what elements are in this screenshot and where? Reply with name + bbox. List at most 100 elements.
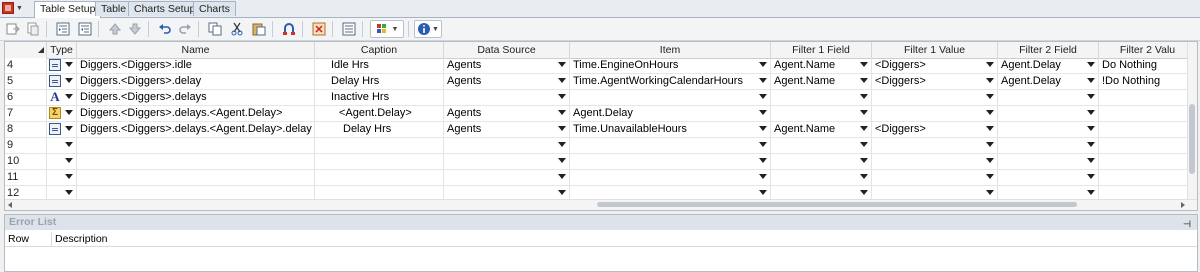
- data-source-cell[interactable]: Agents: [444, 122, 570, 137]
- filter1-value-cell[interactable]: [872, 170, 998, 185]
- chevron-down-icon[interactable]: [65, 110, 73, 115]
- chevron-down-icon[interactable]: [759, 94, 767, 99]
- filter1-field-cell[interactable]: [771, 106, 872, 121]
- data-source-cell[interactable]: Agents: [444, 58, 570, 73]
- type-cell[interactable]: [47, 74, 77, 89]
- type-cell[interactable]: [47, 122, 77, 137]
- table-row[interactable]: 4 Diggers.<Diggers>.idle Idle Hrs Agents Tim…: [5, 58, 1197, 74]
- item-cell[interactable]: [570, 90, 771, 105]
- caption-cell[interactable]: <Agent.Delay>: [315, 106, 444, 121]
- chevron-down-icon[interactable]: [65, 62, 73, 67]
- chevron-down-icon[interactable]: [558, 94, 566, 99]
- filter2-field-cell[interactable]: [998, 106, 1099, 121]
- item-cell[interactable]: Time.AgentWorkingCalendarHours: [570, 74, 771, 89]
- item-cell[interactable]: [570, 170, 771, 185]
- filter1-value-cell[interactable]: <Diggers>: [872, 74, 998, 89]
- filter1-field-cell[interactable]: [771, 138, 872, 153]
- col-header-caption[interactable]: Caption: [315, 42, 444, 58]
- chevron-down-icon[interactable]: [65, 78, 73, 83]
- outdent-button[interactable]: [76, 20, 94, 38]
- chevron-down-icon[interactable]: [986, 94, 994, 99]
- caption-cell[interactable]: Delay Hrs: [315, 122, 444, 137]
- filter2-value-cell[interactable]: Do Nothing: [1099, 58, 1197, 73]
- chevron-down-icon[interactable]: [1087, 78, 1095, 83]
- paste-button[interactable]: [250, 20, 268, 38]
- caption-cell[interactable]: Delay Hrs: [315, 74, 444, 89]
- name-cell[interactable]: [77, 154, 315, 169]
- name-cell[interactable]: Diggers.<Diggers>.delays: [77, 90, 315, 105]
- chevron-down-icon[interactable]: [759, 190, 767, 195]
- chevron-down-icon[interactable]: [1087, 174, 1095, 179]
- table-row[interactable]: 9: [5, 138, 1197, 154]
- chevron-down-icon[interactable]: [65, 126, 73, 131]
- chevron-down-icon[interactable]: [986, 174, 994, 179]
- chevron-down-icon[interactable]: [558, 158, 566, 163]
- corner-header[interactable]: [5, 42, 47, 58]
- redo-button[interactable]: [176, 20, 194, 38]
- chevron-down-icon[interactable]: [1087, 110, 1095, 115]
- app-menu-button[interactable]: ▼: [2, 1, 30, 15]
- chevron-down-icon[interactable]: [986, 110, 994, 115]
- table-row[interactable]: 5 Diggers.<Diggers>.delay Delay Hrs Agents T…: [5, 74, 1197, 90]
- chevron-down-icon[interactable]: [860, 158, 868, 163]
- col-header-filter2-value[interactable]: Filter 2 Valu: [1099, 42, 1197, 58]
- tab-table[interactable]: Table: [95, 1, 133, 16]
- scroll-right-icon[interactable]: [1181, 202, 1185, 208]
- chevron-down-icon[interactable]: [759, 78, 767, 83]
- chevron-down-icon[interactable]: [558, 78, 566, 83]
- caption-cell[interactable]: [315, 154, 444, 169]
- chevron-down-icon[interactable]: [860, 142, 868, 147]
- chevron-down-icon[interactable]: [860, 62, 868, 67]
- chevron-down-icon[interactable]: [759, 142, 767, 147]
- tab-table-setup[interactable]: Table Setup: [34, 1, 102, 18]
- table-row[interactable]: 10: [5, 154, 1197, 170]
- tab-charts[interactable]: Charts: [193, 1, 236, 16]
- error-col-description[interactable]: Description: [52, 232, 1197, 246]
- tab-charts-setup[interactable]: Charts Setup: [128, 1, 202, 16]
- chevron-down-icon[interactable]: [860, 94, 868, 99]
- cut-button[interactable]: [228, 20, 246, 38]
- filter2-field-cell[interactable]: [998, 122, 1099, 137]
- indent-button[interactable]: [54, 20, 72, 38]
- filter1-value-cell[interactable]: <Diggers>: [872, 58, 998, 73]
- caption-cell[interactable]: Idle Hrs: [315, 58, 444, 73]
- error-col-row[interactable]: Row: [5, 232, 52, 246]
- chevron-down-icon[interactable]: [986, 62, 994, 67]
- vertical-scrollbar[interactable]: [1187, 42, 1197, 199]
- filter1-field-cell[interactable]: [771, 154, 872, 169]
- caption-cell[interactable]: [315, 170, 444, 185]
- chevron-down-icon[interactable]: [558, 126, 566, 131]
- chevron-down-icon[interactable]: [759, 174, 767, 179]
- chevron-down-icon[interactable]: [558, 190, 566, 195]
- chevron-down-icon[interactable]: [860, 110, 868, 115]
- filter2-value-cell[interactable]: [1099, 170, 1197, 185]
- col-header-filter1-field[interactable]: Filter 1 Field: [771, 42, 872, 58]
- horizontal-scrollbar[interactable]: [5, 199, 1197, 210]
- data-source-cell[interactable]: [444, 138, 570, 153]
- filter1-value-cell[interactable]: [872, 90, 998, 105]
- filter2-value-cell[interactable]: [1099, 154, 1197, 169]
- type-cell[interactable]: [47, 58, 77, 73]
- filter2-value-cell[interactable]: [1099, 122, 1197, 137]
- chevron-down-icon[interactable]: [65, 142, 73, 147]
- chevron-down-icon[interactable]: [558, 110, 566, 115]
- caption-cell[interactable]: Inactive Hrs: [315, 90, 444, 105]
- chevron-down-icon[interactable]: [65, 174, 73, 179]
- chevron-down-icon[interactable]: [65, 94, 73, 99]
- data-source-cell[interactable]: Agents: [444, 74, 570, 89]
- chevron-down-icon[interactable]: [1087, 94, 1095, 99]
- chevron-down-icon[interactable]: [986, 126, 994, 131]
- filter2-value-cell[interactable]: [1099, 138, 1197, 153]
- filter1-value-cell[interactable]: [872, 138, 998, 153]
- chevron-down-icon[interactable]: [986, 142, 994, 147]
- chevron-down-icon[interactable]: [986, 190, 994, 195]
- scroll-left-icon[interactable]: [8, 202, 12, 208]
- move-up-button[interactable]: [106, 20, 124, 38]
- chevron-down-icon[interactable]: [65, 190, 73, 195]
- filter1-field-cell[interactable]: Agent.Name: [771, 74, 872, 89]
- filter2-field-cell[interactable]: [998, 138, 1099, 153]
- col-header-data-source[interactable]: Data Source: [444, 42, 570, 58]
- name-cell[interactable]: Diggers.<Diggers>.delays.<Agent.Delay>: [77, 106, 315, 121]
- chevron-down-icon[interactable]: [759, 110, 767, 115]
- copy-doc-button[interactable]: [24, 20, 42, 38]
